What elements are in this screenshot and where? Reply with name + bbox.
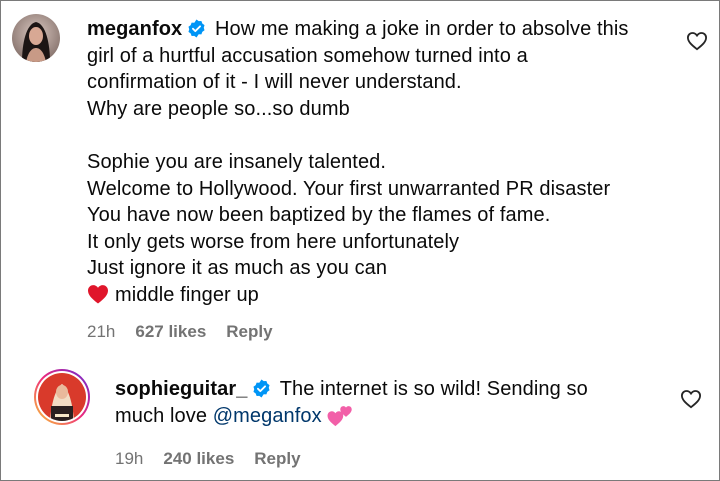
comment-line: sophieguitar_ The internet is so wild! S… [115, 376, 588, 403]
avatar[interactable] [12, 14, 60, 62]
comment-body: sophieguitar_ The internet is so wild! S… [115, 376, 588, 429]
comment-text-line: Welcome to Hollywood. Your first unwarra… [87, 177, 611, 200]
username-sophieguitar[interactable]: sophieguitar_ [115, 378, 247, 400]
comment-body: meganfox How me making a joke in order t… [87, 16, 629, 309]
comment-text-line [87, 122, 629, 149]
comment-text-line: girl of a hurtful accusation somehow tur… [87, 44, 528, 67]
comment-line: much love @meganfox [115, 403, 588, 430]
mention-link[interactable]: @meganfox [213, 405, 322, 427]
username-meganfox[interactable]: meganfox [87, 18, 182, 40]
verified-badge-icon [188, 19, 205, 38]
comment-text-line: middle finger up [115, 283, 259, 306]
red-heart-emoji [88, 285, 108, 304]
comment-text-line: Sophie you are insanely talented. [87, 150, 387, 173]
comment-text-line: middle finger up [87, 282, 629, 309]
reply-button[interactable]: Reply [254, 449, 300, 468]
heart-outline-icon[interactable] [686, 31, 708, 51]
comment-text-line: How me making a joke in order to absolve… [214, 18, 629, 40]
verified-badge-icon [253, 379, 270, 398]
comment-text-line: confirmation of it - I will never unders… [87, 71, 462, 94]
comment-text-line: You have now been baptized by the flames… [87, 204, 551, 227]
heart-outline-icon[interactable] [680, 389, 702, 409]
avatar-story-ring[interactable] [33, 368, 91, 426]
comment-time[interactable]: 21h [87, 322, 115, 341]
comment-text-line: much love [115, 404, 213, 427]
comment-time[interactable]: 19h [115, 449, 143, 468]
comment-text-line: Why are people so...so dumb [87, 97, 350, 120]
comment-meta: 21h 627 likes Reply [87, 322, 293, 342]
likes-count[interactable]: 627 likes [135, 322, 206, 341]
comment-text-line: Just ignore it as much as you can [87, 257, 388, 280]
likes-count[interactable]: 240 likes [163, 449, 234, 468]
comment-meta: 19h 240 likes Reply [115, 449, 321, 469]
comment-text-line: The internet is so wild! Sending so [279, 378, 588, 400]
reply-button[interactable]: Reply [226, 322, 272, 341]
comment-text-line: It only gets worse from here unfortunate… [87, 230, 460, 253]
two-hearts-emoji [327, 405, 352, 426]
comment-line: meganfox How me making a joke in order t… [87, 16, 629, 43]
